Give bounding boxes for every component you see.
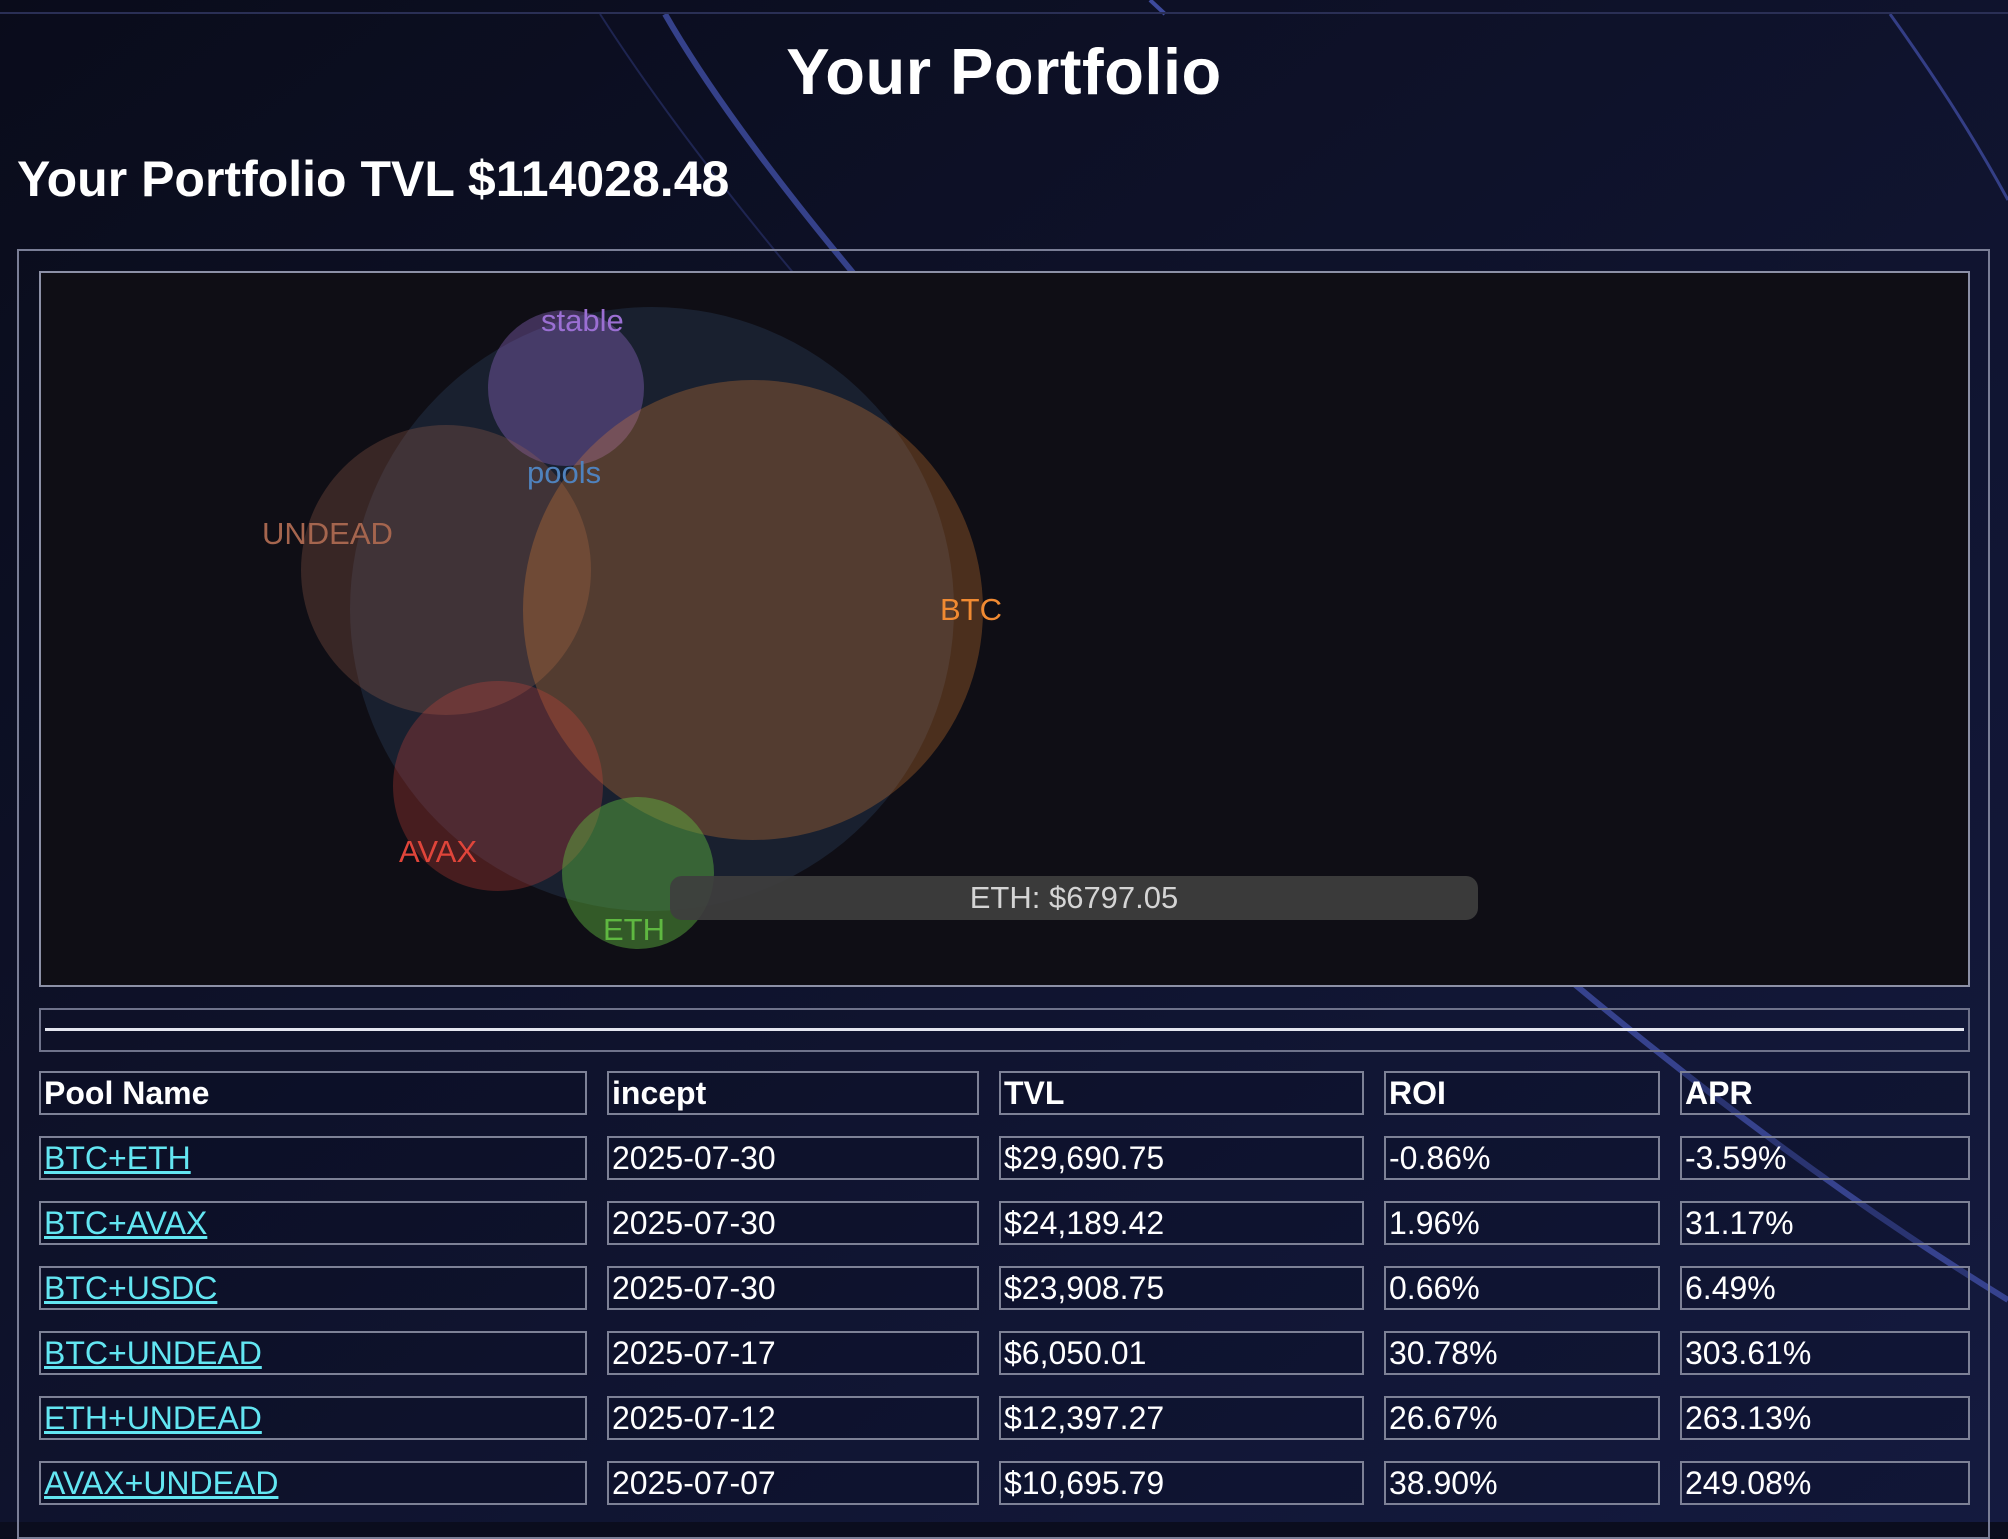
undead-label: UNDEAD <box>262 516 393 551</box>
avax-label: AVAX <box>399 834 477 869</box>
divider-box <box>39 1008 1970 1052</box>
pool-link[interactable]: AVAX+UNDEAD <box>44 1465 278 1501</box>
pool-link[interactable]: BTC+USDC <box>44 1270 217 1306</box>
divider-line <box>45 1028 1964 1031</box>
pool-link[interactable]: BTC+UNDEAD <box>44 1335 262 1371</box>
pool-name-cell: ETH+UNDEAD <box>39 1396 587 1440</box>
portfolio-tvl: Your Portfolio TVL $114028.48 <box>17 151 730 207</box>
stable-label: stable <box>541 303 624 338</box>
page-title: Your Portfolio <box>786 35 1222 108</box>
incept-cell: 2025-07-30 <box>607 1201 979 1245</box>
tvl-cell: $12,397.27 <box>999 1396 1364 1440</box>
incept-cell: 2025-07-30 <box>607 1266 979 1310</box>
pool-name-cell: BTC+AVAX <box>39 1201 587 1245</box>
roi-cell: -0.86% <box>1384 1136 1660 1180</box>
tvl-cell: $6,050.01 <box>999 1331 1364 1375</box>
tvl-cell: $24,189.42 <box>999 1201 1364 1245</box>
col-header-tvl: TVL <box>999 1071 1364 1115</box>
apr-cell: 303.61% <box>1680 1331 1970 1375</box>
tvl-cell: $23,908.75 <box>999 1266 1364 1310</box>
eth-label: ETH <box>603 912 665 947</box>
tvl-cell: $10,695.79 <box>999 1461 1364 1505</box>
pool-name-cell: BTC+UNDEAD <box>39 1331 587 1375</box>
roi-cell: 38.90% <box>1384 1461 1660 1505</box>
roi-cell: 0.66% <box>1384 1266 1660 1310</box>
col-header-roi: ROI <box>1384 1071 1660 1115</box>
pool-link[interactable]: BTC+ETH <box>44 1140 191 1176</box>
col-header-pool-name: Pool Name <box>39 1071 587 1115</box>
roi-cell: 1.96% <box>1384 1201 1660 1245</box>
chart-tooltip: ETH: $6797.05 <box>670 876 1478 920</box>
roi-cell: 26.67% <box>1384 1396 1660 1440</box>
incept-cell: 2025-07-17 <box>607 1331 979 1375</box>
apr-cell: 31.17% <box>1680 1201 1970 1245</box>
pool-link[interactable]: ETH+UNDEAD <box>44 1400 262 1436</box>
apr-cell: 249.08% <box>1680 1461 1970 1505</box>
pool-link[interactable]: BTC+AVAX <box>44 1205 207 1241</box>
apr-cell: -3.59% <box>1680 1136 1970 1180</box>
incept-cell: 2025-07-30 <box>607 1136 979 1180</box>
incept-cell: 2025-07-07 <box>607 1461 979 1505</box>
pool-name-cell: BTC+USDC <box>39 1266 587 1310</box>
tvl-cell: $29,690.75 <box>999 1136 1364 1180</box>
col-header-apr: APR <box>1680 1071 1970 1115</box>
btc-label: BTC <box>940 592 1002 627</box>
apr-cell: 6.49% <box>1680 1266 1970 1310</box>
pool-name-cell: BTC+ETH <box>39 1136 587 1180</box>
pool-name-cell: AVAX+UNDEAD <box>39 1461 587 1505</box>
incept-cell: 2025-07-12 <box>607 1396 979 1440</box>
top-rule <box>0 12 2008 14</box>
col-header-incept: incept <box>607 1071 979 1115</box>
pools-label: pools <box>527 455 601 490</box>
apr-cell: 263.13% <box>1680 1396 1970 1440</box>
roi-cell: 30.78% <box>1384 1331 1660 1375</box>
